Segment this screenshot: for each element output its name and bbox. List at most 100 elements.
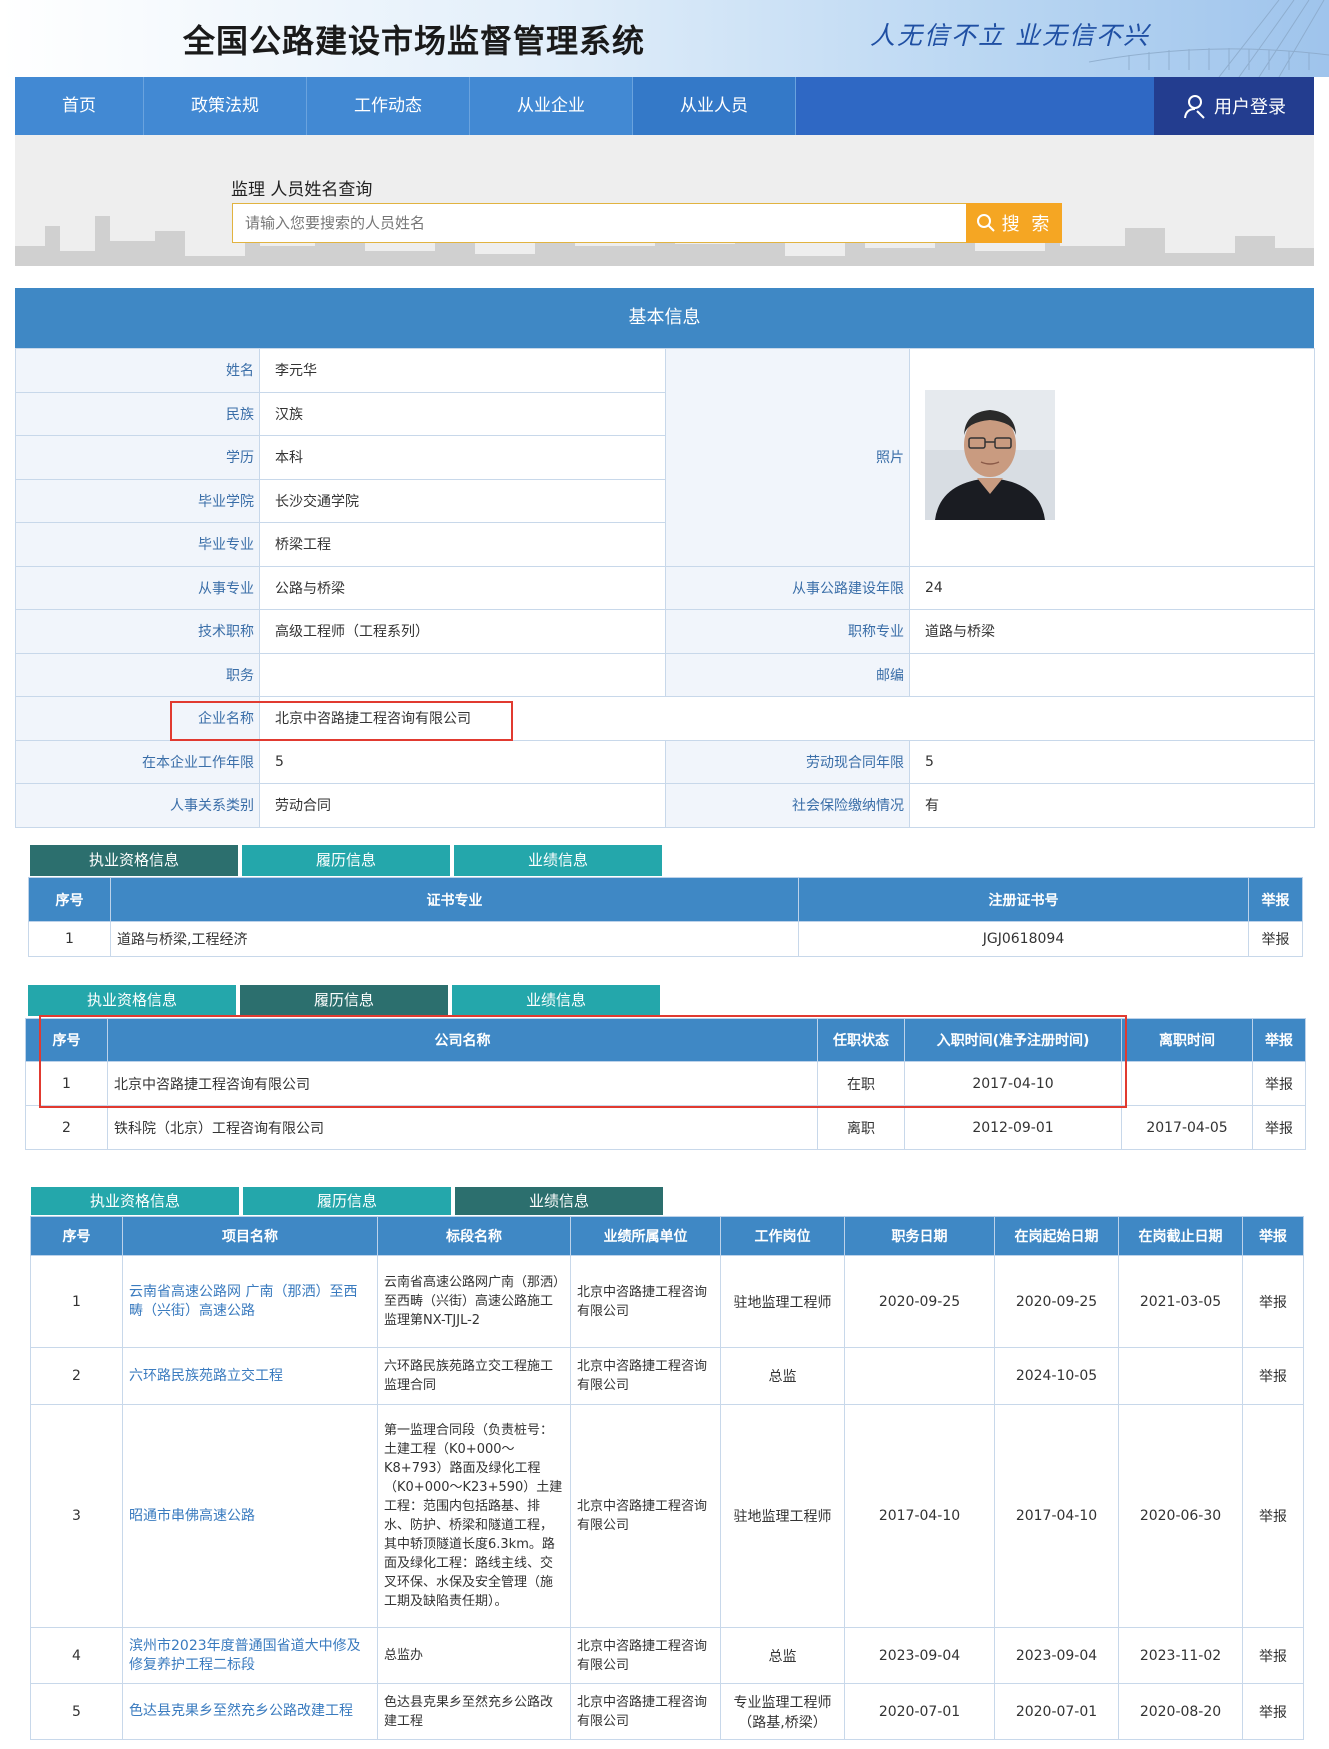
- photo-label: 照片: [665, 348, 910, 567]
- col-start: 入职时间(准予注册时间): [904, 1018, 1122, 1062]
- project-link[interactable]: 色达县克果乡至然充乡公路改建工程: [122, 1683, 378, 1740]
- tab-performance-1[interactable]: 业绩信息: [454, 845, 662, 876]
- table-row: 2 六环路民族苑路立交工程 六环路民族苑路立交工程施工监理合同 北京中咨路捷工程…: [30, 1347, 1304, 1405]
- duty-date: 2020-07-01: [844, 1683, 995, 1740]
- table-row: 1 北京中咨路捷工程咨询有限公司 在职 2017-04-10 举报: [25, 1061, 1306, 1106]
- status: 离职: [817, 1105, 905, 1150]
- row-no: 4: [30, 1627, 123, 1684]
- ethnicity-label: 民族: [15, 391, 260, 436]
- tab-qualification-3[interactable]: 执业资格信息: [31, 1187, 239, 1215]
- col-post: 工作岗位: [720, 1216, 845, 1256]
- duty-label: 职务: [15, 652, 260, 697]
- years-label: 从事公路建设年限: [665, 565, 910, 610]
- tab-history-3[interactable]: 履历信息: [243, 1187, 451, 1215]
- cert-major: 道路与桥梁,工程经济: [110, 921, 799, 957]
- nav-news[interactable]: 工作动态: [307, 77, 470, 135]
- tech-title-label: 技术职称: [15, 609, 260, 654]
- duty-date: 2017-04-10: [844, 1404, 995, 1628]
- unit-name: 北京中咨路捷工程咨询有限公司: [570, 1683, 721, 1740]
- post: 专业监理工程师（路基,桥梁）: [720, 1683, 845, 1740]
- nav-personnel[interactable]: 从业人员: [633, 77, 796, 135]
- report-link[interactable]: 举报: [1242, 1255, 1304, 1348]
- login-label: 用户登录: [1214, 97, 1286, 118]
- user-icon: [1184, 95, 1205, 119]
- report-link[interactable]: 举报: [1242, 1404, 1304, 1628]
- tab-history-2[interactable]: 履历信息: [240, 985, 448, 1016]
- contract-years-value: 5: [909, 739, 1315, 784]
- duty-date: 2020-09-25: [844, 1255, 995, 1348]
- end-date: 2023-11-02: [1118, 1627, 1243, 1684]
- basic-info-table: 姓名 李元华 照片 民族 汉族 学历 本科 毕业学院 长沙交通学院 毕业专业 桥…: [15, 348, 1315, 828]
- person-photo: [925, 390, 1055, 521]
- col-report: 举报: [1252, 1018, 1306, 1062]
- field-value: 公路与桥梁: [259, 565, 666, 610]
- tab-qualification-2[interactable]: 执业资格信息: [28, 985, 236, 1016]
- basic-info-header: 基本信息: [15, 288, 1314, 348]
- table-row: 2 铁科院（北京）工程咨询有限公司 离职 2012-09-01 2017-04-…: [25, 1105, 1306, 1150]
- unit-name: 北京中咨路捷工程咨询有限公司: [570, 1627, 721, 1684]
- tab-history-1[interactable]: 履历信息: [242, 845, 450, 876]
- photo-cell: [909, 348, 1315, 567]
- postcode-value: [909, 652, 1315, 697]
- table-row: 5 色达县克果乡至然充乡公路改建工程 色达县克果乡至然充乡公路改建工程 北京中咨…: [30, 1683, 1304, 1740]
- project-link[interactable]: 滨州市2023年度普通国省道大中修及修复养护工程二标段: [122, 1627, 378, 1684]
- status: 在职: [817, 1061, 905, 1106]
- education-value: 本科: [259, 435, 666, 480]
- col-no: 序号: [25, 1018, 108, 1062]
- nav-home[interactable]: 首页: [15, 77, 144, 135]
- search-button[interactable]: 搜 索: [966, 203, 1062, 243]
- school-value: 长沙交通学院: [259, 478, 666, 523]
- unit-name: 北京中咨路捷工程咨询有限公司: [570, 1255, 721, 1348]
- tab-performance-2[interactable]: 业绩信息: [452, 985, 660, 1016]
- name-label: 姓名: [15, 348, 260, 393]
- col-cert-major: 证书专业: [110, 877, 799, 922]
- project-link[interactable]: 昭通市串佛高速公路: [122, 1404, 378, 1628]
- search-panel: 监理 人员姓名查询 搜 索: [15, 135, 1314, 266]
- site-header: 全国公路建设市场监督管理系统 人无信不立 业无信不兴: [0, 0, 1329, 77]
- history-table: 序号 公司名称 任职状态 入职时间(准予注册时间) 离职时间 举报 1 北京中咨…: [25, 1018, 1306, 1150]
- post: 总监: [720, 1347, 845, 1405]
- report-link[interactable]: 举报: [1252, 1105, 1306, 1150]
- col-project: 项目名称: [122, 1216, 378, 1256]
- col-status: 任职状态: [817, 1018, 905, 1062]
- name-value: 李元华: [259, 348, 666, 393]
- search-button-label: 搜 索: [1001, 214, 1053, 235]
- col-report: 举报: [1248, 877, 1303, 922]
- qualification-table: 序号 证书专业 注册证书号 举报 1 道路与桥梁,工程经济 JGJ0618094…: [28, 877, 1303, 957]
- performance-table: 序号 项目名称 标段名称 业绩所属单位 工作岗位 职务日期 在岗起始日期 在岗截…: [30, 1216, 1304, 1740]
- report-link[interactable]: 举报: [1248, 921, 1303, 957]
- report-link[interactable]: 举报: [1242, 1683, 1304, 1740]
- project-link[interactable]: 云南省高速公路网 广南（那洒）至西畴（兴街）高速公路: [122, 1255, 378, 1348]
- company-years-label: 在本企业工作年限: [15, 739, 260, 784]
- col-duty-date: 职务日期: [844, 1216, 995, 1256]
- tab-performance-3[interactable]: 业绩信息: [455, 1187, 663, 1215]
- login-button[interactable]: 用户登录: [1154, 77, 1314, 135]
- major-value: 桥梁工程: [259, 522, 666, 567]
- report-link[interactable]: 举报: [1242, 1627, 1304, 1684]
- end-date: [1121, 1061, 1253, 1106]
- title-major-label: 职称专业: [665, 609, 910, 654]
- table-row: 3 昭通市串佛高速公路 第一监理合同段（负责桩号：土建工程（K0+000～K8+…: [30, 1404, 1304, 1628]
- report-link[interactable]: 举报: [1242, 1347, 1304, 1405]
- project-link[interactable]: 六环路民族苑路立交工程: [122, 1347, 378, 1405]
- contract-years-label: 劳动现合同年限: [665, 739, 910, 784]
- start-date: 2012-09-01: [904, 1105, 1122, 1150]
- nav-enterprises[interactable]: 从业企业: [470, 77, 633, 135]
- table-row: 1 道路与桥梁,工程经济 JGJ0618094 举报: [28, 921, 1303, 957]
- search-input[interactable]: [232, 203, 967, 243]
- field-label: 从事专业: [15, 565, 260, 610]
- company-name: 北京中咨路捷工程咨询有限公司: [107, 1061, 818, 1106]
- report-link[interactable]: 举报: [1252, 1061, 1306, 1106]
- col-report: 举报: [1242, 1216, 1304, 1256]
- major-label: 毕业专业: [15, 522, 260, 567]
- start-date: 2024-10-05: [994, 1347, 1119, 1405]
- row-no: 2: [30, 1347, 123, 1405]
- unit-name: 北京中咨路捷工程咨询有限公司: [570, 1404, 721, 1628]
- row-no: 2: [25, 1105, 108, 1150]
- ethnicity-value: 汉族: [259, 391, 666, 436]
- duty-value: [259, 652, 666, 697]
- tab-qualification-1[interactable]: 执业资格信息: [30, 845, 238, 876]
- start-date: 2017-04-10: [904, 1061, 1122, 1106]
- col-start: 在岗起始日期: [994, 1216, 1119, 1256]
- nav-policy[interactable]: 政策法规: [144, 77, 307, 135]
